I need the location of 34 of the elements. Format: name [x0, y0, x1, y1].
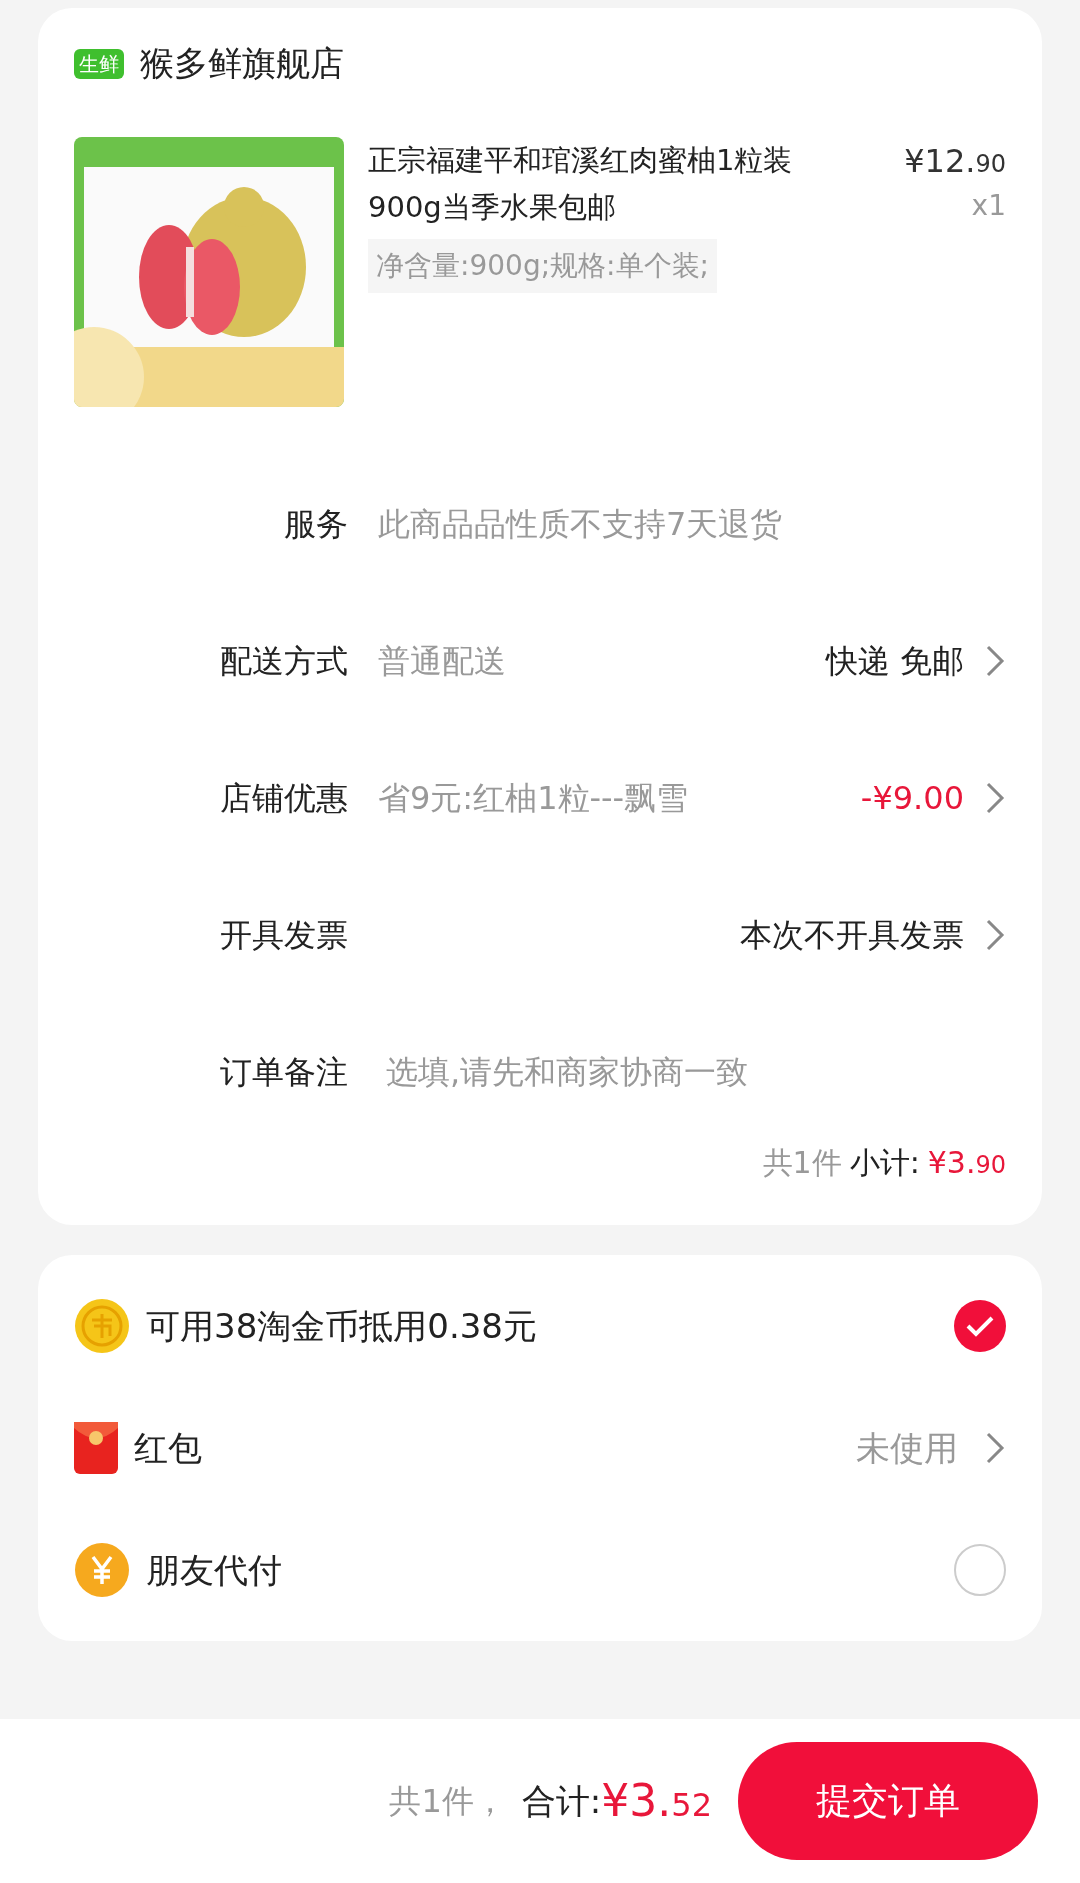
envelope-icon — [74, 1422, 118, 1474]
check-icon — [965, 1314, 995, 1338]
submit-button[interactable]: 提交订单 — [738, 1742, 1038, 1860]
item-price: ¥12.90 — [904, 141, 1006, 182]
yuan-icon — [74, 1542, 130, 1598]
checkbox[interactable] — [954, 1544, 1006, 1596]
row-label: 店铺优惠 — [219, 777, 349, 819]
item-count: 共1件， — [389, 1781, 506, 1822]
total-label: 合计: — [521, 1779, 602, 1823]
row-value: 省9元:红柚1粒---飘雪 — [378, 777, 689, 819]
row-label: 开具发票 — [219, 914, 349, 956]
chevron-icon — [984, 1430, 1006, 1466]
row-label: 服务 — [283, 503, 349, 545]
row-value: 普通配送 — [378, 640, 506, 682]
option-label: 红包 — [134, 1426, 202, 1470]
spec-label: 净含量:900g;规格:单个装; — [368, 239, 717, 293]
subtotal-label: 小计: — [849, 1144, 920, 1182]
store-badge: 生鲜 — [74, 48, 124, 79]
store-name[interactable]: 猴多鲜旗舰店 — [140, 38, 344, 89]
row-option[interactable]: -¥9.00 — [860, 773, 964, 822]
product-title[interactable]: 正宗福建平和琯溪红肉蜜柚1粒装900g当季水果包邮 — [368, 137, 818, 231]
item-count: 共1件 — [762, 1144, 842, 1182]
quantity: x1 — [970, 188, 1006, 224]
row-label: 订单备注 — [219, 1051, 349, 1093]
row-value: 此商品品性质不支持7天退货 — [378, 503, 783, 545]
subtotal-price: ¥3.90 — [927, 1144, 1006, 1182]
checkbox[interactable] — [954, 1300, 1006, 1352]
row-label: 配送方式 — [219, 640, 349, 682]
row-option[interactable]: 本次不开具发票 — [740, 910, 964, 959]
total-price: ¥3.52 — [601, 1774, 712, 1828]
option-label: 可用38淘金币抵用0.38元 — [146, 1304, 537, 1348]
option-label: 朋友代付 — [146, 1548, 282, 1592]
coin-icon — [74, 1298, 130, 1354]
row-option[interactable]: 快递 免邮 — [825, 636, 964, 685]
